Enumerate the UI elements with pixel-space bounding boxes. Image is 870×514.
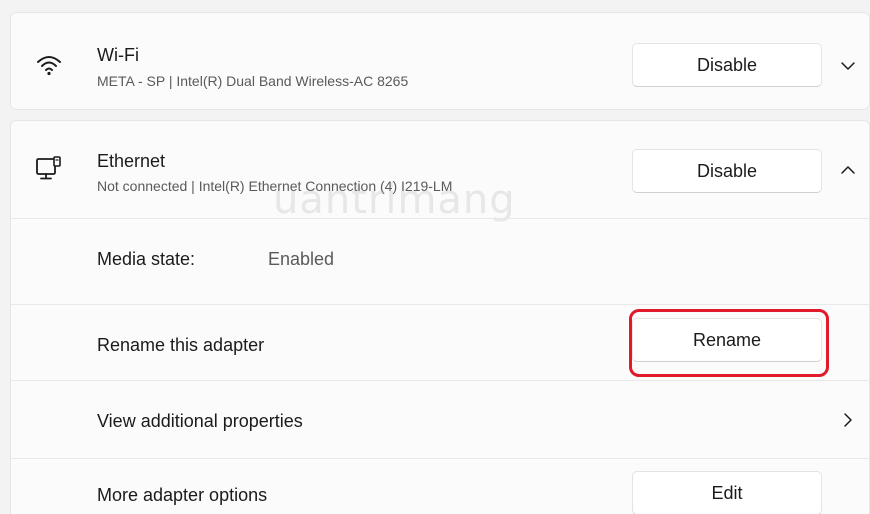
wifi-subtitle: META - SP | Intel(R) Dual Band Wireless-… bbox=[97, 73, 409, 89]
chevron-right-icon bbox=[844, 413, 852, 427]
edit-button[interactable]: Edit bbox=[632, 471, 822, 514]
rename-button[interactable]: Rename bbox=[632, 318, 822, 362]
chevron-up-icon[interactable] bbox=[839, 161, 857, 179]
network-adapters-settings: Wi-Fi META - SP | Intel(R) Dual Band Wir… bbox=[0, 0, 870, 514]
media-state-value: Enabled bbox=[268, 249, 335, 269]
more-adapter-options-label: More adapter options bbox=[97, 485, 268, 505]
ethernet-icon bbox=[36, 156, 61, 180]
more-adapter-options-row: More adapter options Edit bbox=[11, 459, 870, 514]
view-additional-properties-row[interactable]: View additional properties bbox=[11, 381, 870, 458]
media-state-label: Media state: bbox=[97, 249, 196, 269]
ethernet-subtitle: Not connected | Intel(R) Ethernet Connec… bbox=[97, 178, 453, 194]
chevron-down-icon[interactable] bbox=[839, 57, 857, 75]
wifi-disable-button[interactable]: Disable bbox=[632, 43, 822, 87]
media-state-row: Media state: Enabled bbox=[11, 219, 870, 304]
rename-adapter-row: Rename this adapter Rename bbox=[11, 305, 870, 380]
ethernet-disable-button[interactable]: Disable bbox=[632, 149, 822, 193]
ethernet-adapter-card[interactable]: Ethernet Not connected | Intel(R) Ethern… bbox=[10, 120, 870, 514]
wifi-icon bbox=[37, 56, 61, 76]
wifi-adapter-card[interactable]: Wi-Fi META - SP | Intel(R) Dual Band Wir… bbox=[10, 12, 870, 110]
wifi-title: Wi-Fi bbox=[97, 45, 139, 65]
ethernet-title: Ethernet bbox=[97, 151, 166, 171]
rename-adapter-label: Rename this adapter bbox=[97, 335, 265, 355]
view-additional-properties-label: View additional properties bbox=[97, 411, 303, 431]
